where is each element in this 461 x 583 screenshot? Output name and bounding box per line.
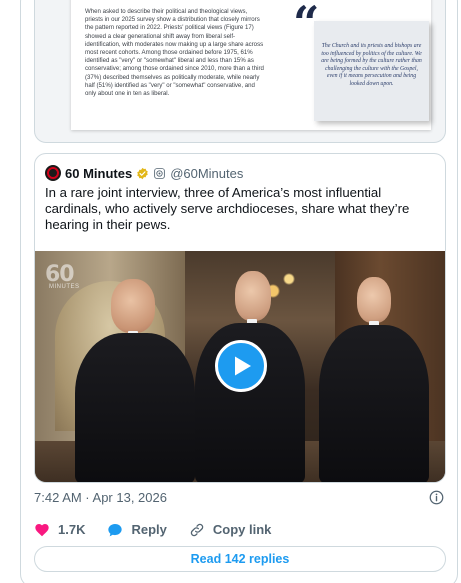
info-icon[interactable] [429, 490, 444, 505]
verified-badge-icon [137, 167, 148, 179]
quoted-tweet-header: 60 Minutes @60Minutes [45, 164, 243, 182]
reply-button[interactable]: Reply [107, 521, 167, 539]
attached-image[interactable]: When asked to describe their political a… [34, 0, 446, 143]
channel-logo-subtext: MINUTES [49, 284, 80, 290]
reply-bubble-icon [108, 524, 123, 537]
heart-icon [35, 524, 49, 537]
quoted-tweet[interactable]: 60 Minutes @60Minutes In a rare joint in… [34, 153, 446, 483]
reply-label: Reply [131, 522, 167, 537]
avatar[interactable] [45, 165, 61, 181]
tweet-timestamp[interactable]: 7:42 AM · Apr 13, 2026 [34, 490, 167, 505]
channel-logo: 60 [45, 262, 75, 287]
play-button[interactable] [215, 340, 267, 392]
copy-link-label: Copy link [212, 522, 272, 537]
link-icon [190, 523, 204, 537]
quoted-tweet-text: In a rare joint interview, three of Amer… [45, 185, 410, 232]
person-left [75, 279, 195, 482]
author-name[interactable]: 60 Minutes [65, 166, 132, 181]
like-count: 1.7K [58, 522, 86, 537]
copy-link-button[interactable]: Copy link [189, 521, 272, 539]
pull-quote: The Church and its priests and bishops a… [314, 21, 429, 121]
person-right [319, 277, 429, 482]
video-player[interactable]: 60 MINUTES [35, 251, 445, 482]
read-replies-button[interactable]: Read 142 replies [34, 546, 446, 572]
affiliation-badge-icon [154, 167, 165, 179]
like-button[interactable]: 1.7K [34, 521, 85, 539]
document-body-text: When asked to describe their political a… [85, 8, 264, 98]
author-handle[interactable]: @60Minutes [170, 166, 243, 181]
play-icon [235, 356, 251, 376]
tweet-actions: 1.7K Reply Copy link [34, 521, 293, 539]
